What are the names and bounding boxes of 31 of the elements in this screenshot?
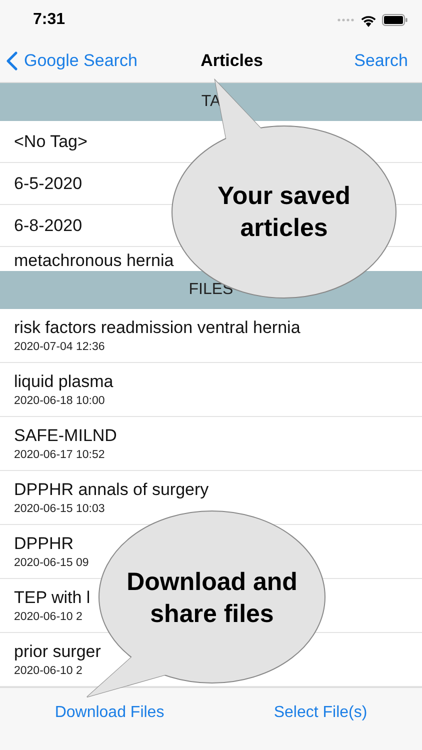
file-name[interactable]: liquid plasma [14, 372, 114, 392]
status-time: 7:31 [33, 11, 66, 29]
file-date: 2020-06-10 2 [14, 665, 82, 677]
file-date: 2020-06-10 2 [14, 611, 82, 623]
file-date: 2020-06-18 10:00 [14, 395, 105, 407]
file-date: 2020-07-04 12:36 [14, 341, 105, 353]
file-name[interactable]: prior surger [14, 642, 101, 662]
file-name[interactable]: DPPHR annals of surgery [14, 480, 209, 500]
tag-item[interactable]: <No Tag> [14, 132, 88, 152]
battery-icon [382, 14, 408, 26]
toolbar-button[interactable]: Download Files [54, 704, 164, 722]
chevron-left-icon [6, 51, 18, 71]
tag-item[interactable]: 6-5-2020 [14, 174, 82, 194]
file-name[interactable]: risk factors readmission ventral hernia [14, 318, 300, 338]
file-date: 2020-06-15 10:03 [14, 503, 105, 515]
callout-text: Download and share files [126, 567, 298, 630]
nav-title: Articles [200, 51, 263, 71]
file-name[interactable]: DPPHR [14, 534, 74, 554]
tag-item[interactable]: 6-8-2020 [14, 216, 82, 236]
file-name[interactable]: TEP with l [14, 588, 90, 608]
signal-icon [337, 18, 355, 22]
search-button[interactable]: Search [354, 51, 408, 71]
file-name[interactable]: SAFE-MILND [14, 426, 117, 446]
file-date: 2020-06-15 09 [14, 557, 89, 569]
callout-text: Your saved articles [216, 181, 352, 244]
tag-item[interactable]: metachronous hernia [14, 251, 174, 271]
file-date: 2020-06-17 10:52 [14, 449, 105, 461]
back-button[interactable]: Google Search [6, 51, 138, 71]
section-header: TA [0, 83, 422, 121]
wifi-icon [360, 14, 377, 26]
toolbar-button[interactable]: Select File(s) [274, 704, 368, 722]
